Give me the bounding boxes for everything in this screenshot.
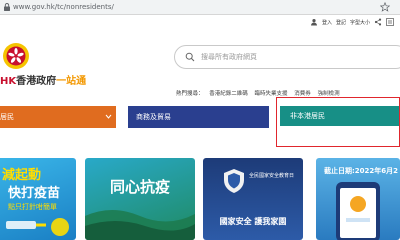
banner-deadline-title: 截止日期:2022年6月2 (324, 167, 399, 175)
tab-business-label: 商務及貿易 (136, 113, 171, 121)
hksar-emblem-logo[interactable] (2, 42, 30, 70)
phone-illustration-icon (336, 182, 380, 240)
font-size-link[interactable]: 字型大小 (350, 19, 370, 26)
banner-national-security[interactable]: 全民國家安全教育日 國家安全 護我家園 (203, 158, 303, 240)
banner-anti-epidemic[interactable]: 同心抗疫 (85, 158, 195, 240)
register-link[interactable]: 登記 (336, 19, 346, 26)
banner-vaccine-line1: 減起動 (2, 168, 42, 183)
lock-icon (4, 3, 10, 11)
url-text[interactable]: www.gov.hk/tc/nonresidents/ (13, 3, 114, 11)
browser-address-bar[interactable]: www.gov.hk/tc/nonresidents/ (0, 0, 400, 15)
logo-gov: 香港政府 (16, 76, 57, 87)
banner-vaccine-line3: 點只打針咁簡單 (8, 203, 57, 211)
popular-searches: 熱門搜尋： 香港紀錄二維碼 臨時失業支援 消費券 強制檢測 (176, 89, 345, 97)
utility-nav: 登入 登記 字型大小 (306, 18, 394, 26)
tab-residents-label: 居民 (0, 113, 14, 121)
search-placeholder[interactable]: 搜尋所有政府網頁 (201, 52, 257, 62)
tab-nonresidents-label: 非本港居民 (290, 112, 325, 120)
logo-hk: HK (0, 76, 17, 87)
bookmark-star-icon[interactable] (380, 2, 390, 12)
banner-vaccine[interactable]: 減起動 快打疫苗 點只打針咁簡單 (0, 158, 76, 240)
user-icon[interactable] (310, 18, 318, 26)
banner-deadline[interactable]: 截止日期:2022年6月2 (316, 158, 400, 240)
shield-icon (224, 169, 244, 193)
popular-item[interactable]: 消費券 (294, 91, 311, 97)
popular-item[interactable]: 香港紀錄二維碼 (209, 91, 248, 97)
popular-label: 熱門搜尋： (176, 91, 204, 97)
popular-item[interactable]: 強制檢測 (318, 91, 340, 97)
banner-national-security-title: 國家安全 護我家園 (219, 217, 287, 226)
tab-residents[interactable]: 居民 (0, 106, 116, 128)
banner-national-security-subtitle: 全民國家安全教育日 (249, 173, 295, 179)
tab-business[interactable]: 商務及貿易 (128, 106, 269, 128)
wave-illustration-icon (85, 210, 195, 240)
banner-vaccine-line2: 快打疫苗 (8, 186, 61, 201)
share-icon[interactable] (374, 18, 382, 26)
search-input[interactable]: 搜尋所有政府網頁 (174, 45, 400, 69)
search-icon[interactable] (185, 52, 195, 62)
chevron-down-icon (105, 114, 112, 119)
syringe-illustration-icon (6, 218, 69, 236)
menu-icon[interactable] (386, 18, 394, 26)
login-link[interactable]: 登入 (322, 19, 332, 26)
site-logo-text[interactable]: HK香港政府一站通 (0, 72, 86, 87)
logo-onestop: 一站通 (56, 76, 87, 87)
tab-nonresidents[interactable]: 非本港居民 (280, 106, 400, 126)
popular-item[interactable]: 臨時失業支援 (255, 91, 288, 97)
banner-anti-epidemic-title: 同心抗疫 (109, 178, 170, 196)
